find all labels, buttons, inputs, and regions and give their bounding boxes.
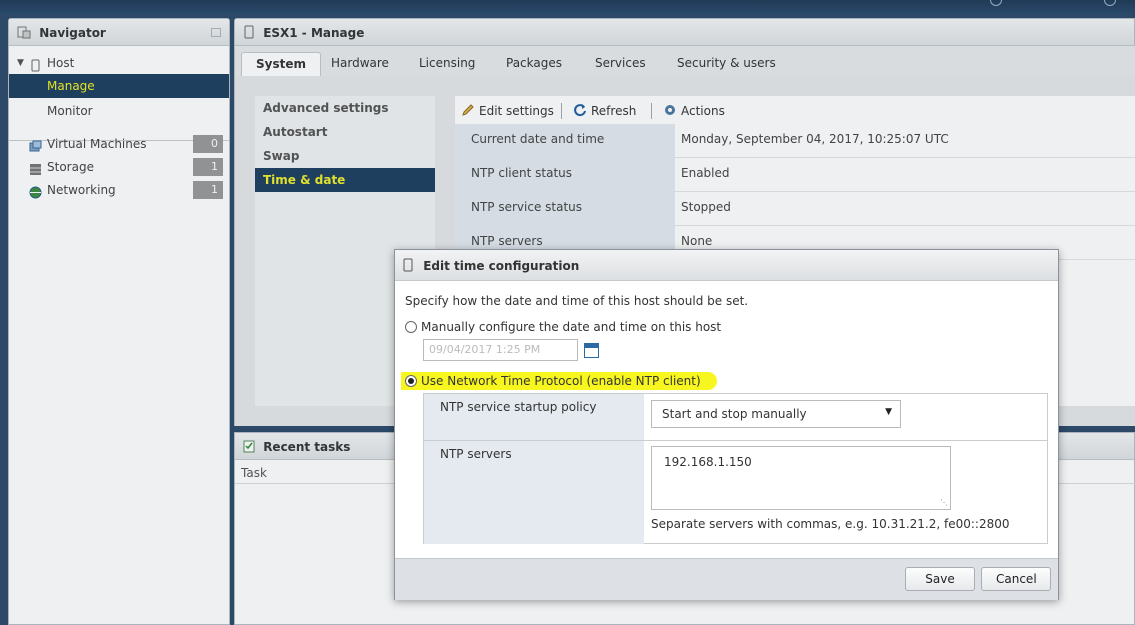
dialog-footer: Save Cancel [395, 558, 1058, 600]
highlight-marker: Use Network Time Protocol (enable NTP cl… [401, 372, 717, 390]
calendar-icon[interactable] [584, 343, 599, 358]
edit-time-configuration-dialog: Edit time configuration Specify how the … [394, 249, 1059, 600]
ntp-option[interactable]: Use Network Time Protocol (enable NTP cl… [401, 372, 717, 390]
manual-option-label: Manually configure the date and time on … [421, 320, 722, 334]
save-button[interactable]: Save [905, 567, 975, 591]
ntp-option-label: Use Network Time Protocol (enable NTP cl… [421, 374, 701, 388]
startup-policy-select[interactable]: Start and stop manually ▼ [651, 400, 901, 428]
host-icon [403, 258, 413, 275]
cancel-button[interactable]: Cancel [981, 567, 1051, 591]
dialog-header: Edit time configuration [395, 250, 1058, 281]
dialog-title: Edit time configuration [423, 259, 580, 273]
manual-option[interactable]: Manually configure the date and time on … [405, 320, 721, 334]
ntp-servers-label: NTP servers [424, 441, 644, 544]
manual-radio[interactable] [405, 321, 417, 333]
ntp-servers-hint: Separate servers with commas, e.g. 10.31… [651, 517, 1010, 531]
startup-policy-label: NTP service startup policy [424, 394, 644, 440]
startup-policy-value: Start and stop manually [662, 407, 807, 421]
ntp-servers-value: 192.168.1.150 [664, 455, 752, 469]
dialog-description: Specify how the date and time of this ho… [405, 294, 749, 308]
ntp-settings-table: NTP service startup policy Start and sto… [423, 393, 1048, 544]
dropdown-arrow-icon: ▼ [885, 407, 892, 417]
ntp-radio[interactable] [405, 375, 417, 387]
ntp-servers-textarea[interactable]: 192.168.1.150 ⋱ [651, 446, 951, 510]
date-time-input[interactable]: 09/04/2017 1:25 PM [423, 339, 578, 361]
resize-grip-icon[interactable]: ⋱ [940, 498, 948, 507]
